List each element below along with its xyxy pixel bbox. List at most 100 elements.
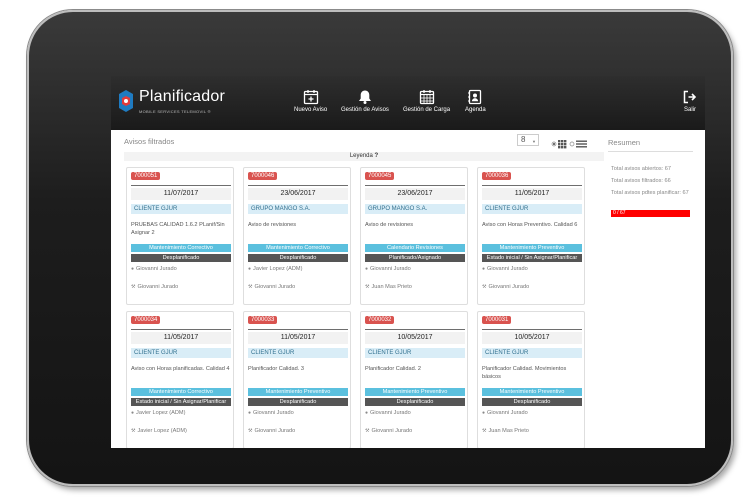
aviso-technician: ⚒ Giovanni Jurado	[482, 284, 529, 290]
wrench-icon: ⚒	[482, 284, 487, 290]
aviso-client: CLIENTE GJUR	[482, 348, 582, 358]
aviso-id-badge[interactable]: 7000045	[365, 172, 395, 180]
aviso-card[interactable]: 7000046 23/06/2017 GRUPO MANGO S.A. Aviso d…	[243, 167, 351, 305]
wrench-icon: ⚒	[365, 428, 370, 434]
wrench-icon: ⚒	[248, 428, 253, 434]
radio-grid-view[interactable]	[551, 141, 557, 147]
wrench-icon: ⚒	[365, 284, 370, 290]
nav-label: Nuevo Aviso	[294, 107, 328, 113]
nav-agenda[interactable]: Agenda	[465, 89, 486, 113]
legend-bar[interactable]: Leyenda ?	[124, 152, 604, 161]
wrench-icon: ⚒	[248, 284, 253, 290]
aviso-state-badge: Desplanificado	[482, 398, 582, 406]
aviso-creator-name: Giovanni Jurado	[253, 410, 294, 416]
list-view-icon[interactable]	[576, 140, 587, 148]
aviso-date: 23/06/2017	[248, 188, 348, 200]
calendar-grid-icon	[419, 90, 434, 105]
logo-mark-icon	[119, 90, 133, 112]
aviso-creator: ● Javier Lopez (ADM)	[131, 410, 185, 416]
chevron-down-icon: ▼	[532, 139, 536, 144]
aviso-id-badge[interactable]: 7000032	[365, 316, 395, 324]
aviso-technician-name: Giovanni Jurado	[254, 284, 296, 290]
aviso-description: Aviso de revisiones	[248, 222, 297, 228]
aviso-card[interactable]: 7000051 11/07/2017 CLIENTE GJUR PRUEBAS CAL…	[126, 167, 234, 305]
aviso-date: 11/07/2017	[131, 188, 231, 200]
aviso-card[interactable]: 7000033 11/05/2017 CLIENTE GJUR Planificado…	[243, 311, 351, 448]
aviso-card[interactable]: 7000031 10/05/2017 CLIENTE GJUR Planificado…	[477, 311, 585, 448]
app-subtitle: MOBILE SERVICES TELEMOVIL ®	[139, 109, 211, 114]
aviso-state-badge: Desplanificado	[131, 254, 231, 262]
aviso-client: CLIENTE GJUR	[131, 348, 231, 358]
aviso-id-badge[interactable]: 7000031	[482, 316, 512, 324]
aviso-state-badge: Desplanificado	[248, 254, 348, 262]
app-screen: Planificador MOBILE SERVICES TELEMOVIL ®…	[111, 76, 705, 448]
user-icon: ●	[482, 410, 486, 416]
legend-label: Leyenda	[349, 153, 373, 159]
aviso-description: Aviso con Horas planificadas. Calidad 4	[131, 366, 230, 372]
aviso-creator: ● Giovanni Jurado	[131, 266, 177, 272]
aviso-technician-name: Giovanni Jurado	[254, 428, 296, 434]
card-divider	[365, 185, 465, 186]
aviso-description: Aviso de revisiones	[365, 222, 414, 228]
nav-nuevo-aviso[interactable]: Nuevo Aviso	[294, 89, 327, 113]
view-toggle	[551, 136, 593, 149]
section-title: Avisos filtrados	[124, 137, 175, 146]
aviso-client: GRUPO MANGO S.A.	[365, 204, 465, 214]
user-icon: ●	[365, 266, 369, 272]
aviso-id-badge[interactable]: 7000034	[131, 316, 161, 324]
aviso-creator: ● Giovanni Jurado	[482, 266, 528, 272]
nav-gestion-carga[interactable]: Gestión de Carga	[403, 89, 450, 113]
aviso-description: Aviso con Horas Preventivo. Calidad 6	[482, 222, 578, 228]
card-divider	[131, 185, 231, 186]
aviso-client: CLIENTE GJUR	[365, 348, 465, 358]
aviso-id-badge[interactable]: 7000046	[248, 172, 278, 180]
aviso-state-badge: Planificado/Asignado	[365, 254, 465, 262]
app-title: Planificador	[139, 88, 226, 105]
aviso-type-badge: Mantenimiento Correctivo	[131, 244, 231, 252]
calendar-plus-icon	[303, 90, 318, 105]
user-icon: ●	[365, 410, 369, 416]
aviso-id-badge[interactable]: 7000033	[248, 316, 278, 324]
aviso-card[interactable]: 7000045 23/06/2017 GRUPO MANGO S.A. Aviso d…	[360, 167, 468, 305]
aviso-type-badge: Calendario Revisiones	[365, 244, 465, 252]
tablet-frame: Planificador MOBILE SERVICES TELEMOVIL ®…	[27, 10, 733, 486]
aviso-type-badge: Mantenimiento Preventivo	[365, 388, 465, 396]
aviso-type-badge: Mantenimiento Preventivo	[482, 388, 582, 396]
user-icon: ●	[248, 410, 252, 416]
aviso-id-badge[interactable]: 7000051	[131, 172, 161, 180]
aviso-creator: ● Giovanni Jurado	[365, 266, 411, 272]
aviso-creator-name: Giovanni Jurado	[136, 266, 177, 272]
aviso-date: 11/05/2017	[248, 332, 348, 344]
aviso-description: Planificador Calidad. 3	[248, 366, 304, 372]
aviso-id-badge[interactable]: 7000036	[482, 172, 512, 180]
aviso-creator-name: Javier Lopez (ADM)	[136, 410, 186, 416]
nav-label: Gestión de Avisos	[341, 107, 389, 113]
grid-view-icon[interactable]	[558, 140, 567, 149]
aviso-creator: ● Giovanni Jurado	[482, 410, 528, 416]
summary-progress-bar: 0 / 67	[611, 210, 690, 217]
aviso-technician-name: Giovanni Jurado	[371, 428, 413, 434]
bell-icon	[358, 90, 371, 104]
aviso-card[interactable]: 7000034 11/05/2017 CLIENTE GJUR Aviso con H…	[126, 311, 234, 448]
card-divider	[131, 329, 231, 330]
aviso-state-badge: Desplanificado	[248, 398, 348, 406]
nav-label: Gestión de Carga	[403, 107, 451, 113]
aviso-date: 10/05/2017	[365, 332, 465, 344]
aviso-creator: ● Giovanni Jurado	[365, 410, 411, 416]
aviso-card[interactable]: 7000036 11/05/2017 CLIENTE GJUR Aviso con H…	[477, 167, 585, 305]
aviso-card[interactable]: 7000032 10/05/2017 CLIENTE GJUR Planificado…	[360, 311, 468, 448]
user-icon: ●	[482, 266, 486, 272]
user-icon: ●	[131, 410, 135, 416]
logout-label: Salir	[683, 107, 696, 113]
nav-gestion-avisos[interactable]: Gestión de Avisos	[341, 89, 389, 113]
legend-help-icon[interactable]: ?	[375, 153, 379, 159]
radio-list-view[interactable]	[569, 141, 575, 147]
aviso-technician: ⚒ Juan Mas Prieto	[365, 284, 412, 290]
aviso-description: Planificador Calidad. 2	[365, 366, 421, 372]
aviso-technician: ⚒ Giovanni Jurado	[131, 284, 178, 290]
page-size-select[interactable]: 8 ▼	[517, 134, 539, 146]
app-logo[interactable]: Planificador MOBILE SERVICES TELEMOVIL ®	[119, 88, 229, 118]
wrench-icon: ⚒	[131, 428, 136, 434]
aviso-state-badge: Estado inicial / Sin Asignar/Planificar	[131, 398, 231, 406]
logout-button[interactable]: Salir	[682, 89, 698, 113]
